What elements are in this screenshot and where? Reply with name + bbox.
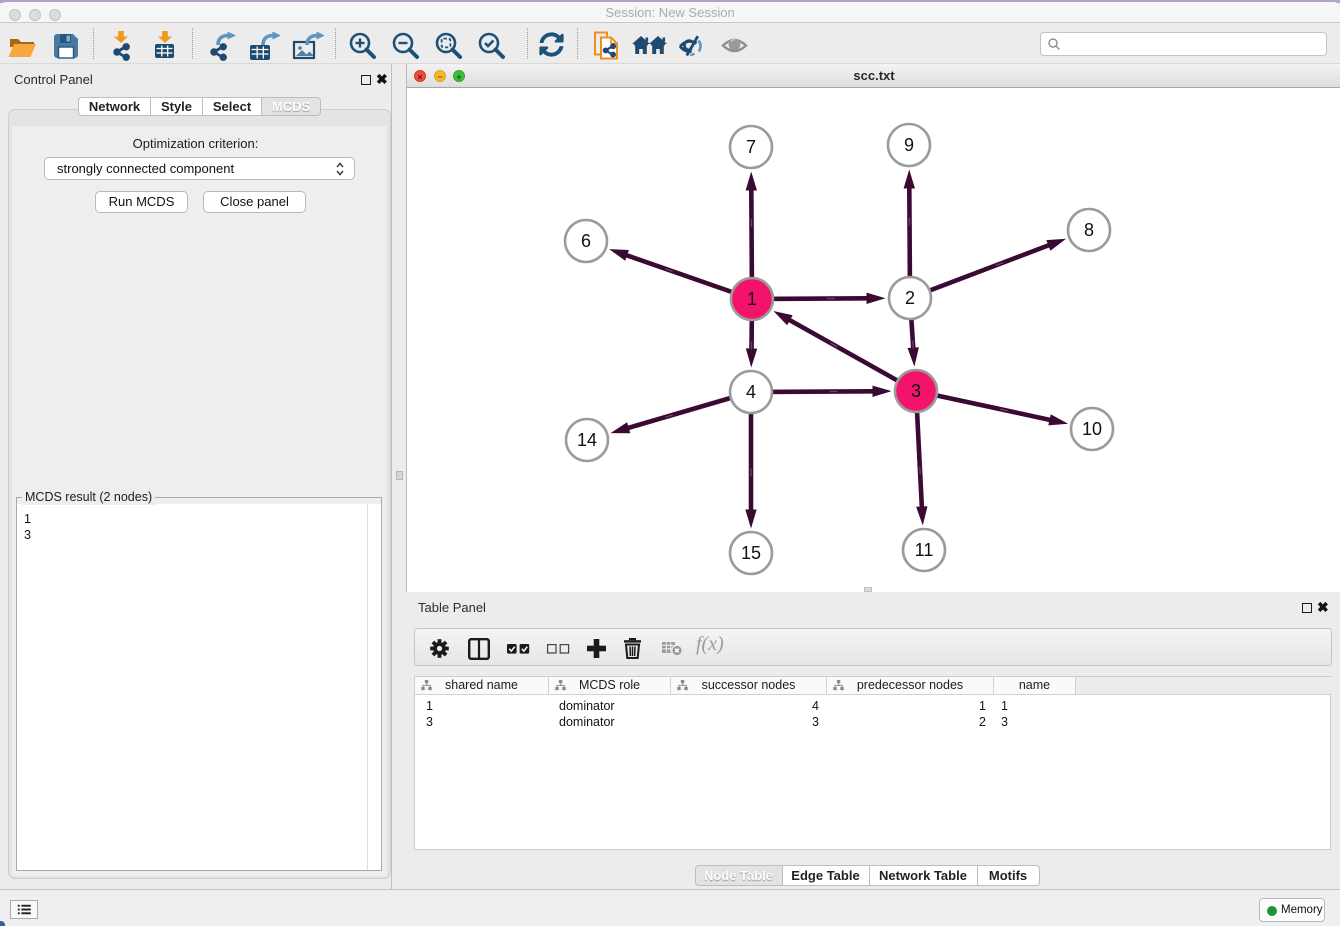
svg-text:9: 9 xyxy=(904,135,914,155)
svg-text:8: 8 xyxy=(1084,220,1094,240)
svg-text:7: 7 xyxy=(746,137,756,157)
svg-text:15: 15 xyxy=(741,543,761,563)
svg-text:6: 6 xyxy=(581,231,591,251)
svg-text:2: 2 xyxy=(905,288,915,308)
svg-text:10: 10 xyxy=(1082,419,1102,439)
svg-text:11: 11 xyxy=(915,540,934,560)
svg-text:1: 1 xyxy=(747,289,757,309)
svg-text:4: 4 xyxy=(746,382,756,402)
svg-text:14: 14 xyxy=(577,430,597,450)
svg-text:3: 3 xyxy=(911,381,921,401)
